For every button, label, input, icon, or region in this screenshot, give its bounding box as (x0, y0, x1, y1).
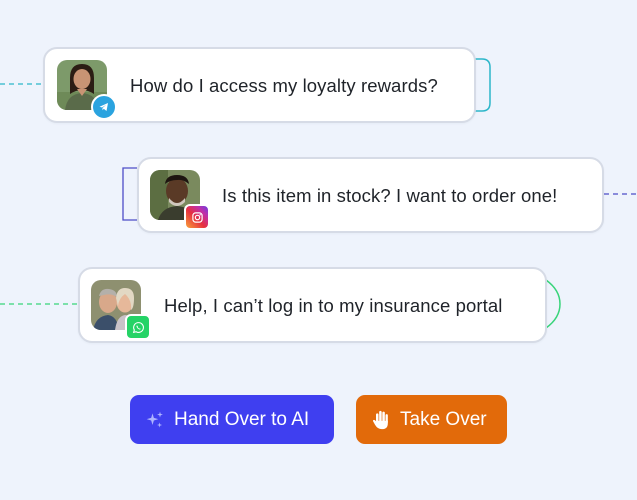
message-card-loyalty[interactable]: How do I access my loyalty rewards? (43, 47, 476, 123)
message-text: How do I access my loyalty rewards? (130, 75, 438, 96)
message-text: Is this item in stock? I want to order o… (222, 185, 558, 206)
take-over-label: Take Over (400, 408, 487, 430)
whatsapp-icon (125, 314, 151, 340)
sparkles-icon (145, 410, 165, 430)
hand-over-label: Hand Over to AI (174, 408, 310, 430)
hand-over-to-ai-button[interactable]: Hand Over to AI (130, 395, 334, 444)
telegram-icon (91, 94, 117, 120)
customer-avatar (150, 170, 210, 230)
message-card-stock[interactable]: Is this item in stock? I want to order o… (137, 157, 604, 233)
raised-hand-icon (371, 409, 391, 431)
customer-avatar (91, 280, 151, 340)
message-card-insurance[interactable]: Help, I can’t log in to my insurance por… (78, 267, 547, 343)
take-over-button[interactable]: Take Over (356, 395, 507, 444)
customer-avatar (57, 60, 117, 120)
message-text: Help, I can’t log in to my insurance por… (164, 295, 503, 316)
instagram-icon (184, 204, 210, 230)
